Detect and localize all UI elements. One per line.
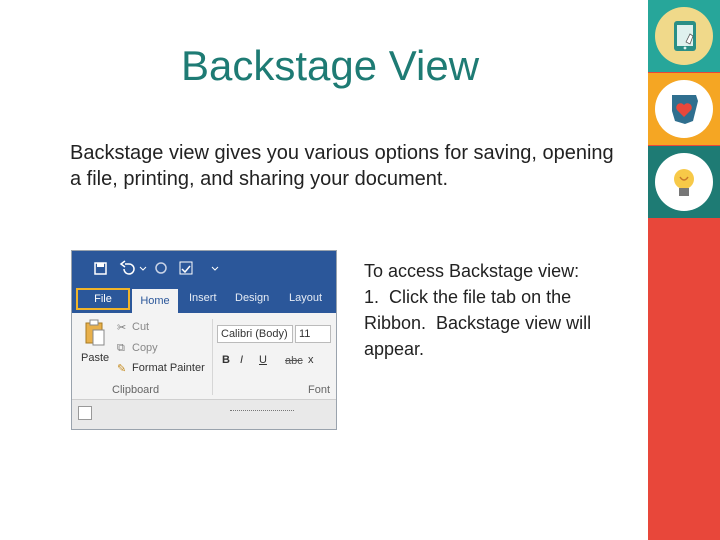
instruction-line: To access Backstage view:	[364, 261, 580, 281]
tab-insert[interactable]: Insert	[189, 292, 217, 304]
ruler-ticks	[230, 410, 294, 412]
ribbon-screenshot: File Home Insert Design Layout Paste ✂ C…	[71, 250, 337, 430]
tablet-tile	[648, 0, 720, 72]
cut-icon: ✂	[117, 322, 127, 334]
ohio-tile	[648, 73, 720, 145]
underline-button[interactable]: U	[259, 354, 267, 366]
instruction-line: Ribbon. Backstage view will	[364, 313, 592, 333]
italic-button[interactable]: I	[240, 354, 243, 366]
paste-icon[interactable]	[84, 319, 106, 349]
slide-title: Backstage View	[180, 42, 480, 89]
bold-button[interactable]: B	[222, 354, 230, 366]
clipboard-group-label: Clipboard	[112, 384, 160, 396]
instruction-line: 1. Click the file tab on the	[364, 287, 572, 307]
font-name-dropdown[interactable]: Calibri (Body)	[217, 325, 293, 343]
font-group-label: Font	[308, 384, 331, 396]
quick-access-icons	[94, 260, 219, 275]
copy-button[interactable]: Copy	[132, 342, 158, 354]
format-painter-icon: ✎	[117, 363, 127, 375]
tab-design[interactable]: Design	[235, 292, 269, 304]
tab-layout[interactable]: Layout	[289, 292, 322, 304]
strikethrough-button[interactable]: abc	[285, 355, 303, 367]
lightbulb-icon	[655, 153, 713, 211]
lightbulb-tile	[648, 146, 720, 218]
instruction-line: appear.	[364, 339, 425, 359]
instruction-text: To access Backstage view: 1. Click the f…	[364, 258, 634, 362]
cut-button[interactable]: Cut	[132, 321, 149, 333]
tab-home[interactable]: Home	[132, 289, 178, 313]
group-divider	[212, 319, 213, 395]
tab-selector-icon[interactable]	[78, 406, 92, 420]
tab-file[interactable]: File	[76, 288, 130, 310]
ribbon-tab-bar: File Home Insert Design Layout	[72, 287, 336, 313]
ruler-bar	[72, 399, 336, 429]
slide-body-text: Backstage view gives you various options…	[70, 142, 614, 190]
tablet-touch-icon	[655, 7, 713, 65]
format-painter-button[interactable]: Format Painter	[132, 362, 205, 374]
subscript-button[interactable]: x	[308, 354, 314, 366]
font-size-dropdown[interactable]: 11	[295, 325, 331, 343]
quick-access-toolbar	[72, 251, 336, 287]
copy-icon: ⧉	[117, 342, 125, 354]
ohio-heart-icon	[655, 80, 713, 138]
paste-button[interactable]: Paste	[81, 352, 109, 364]
